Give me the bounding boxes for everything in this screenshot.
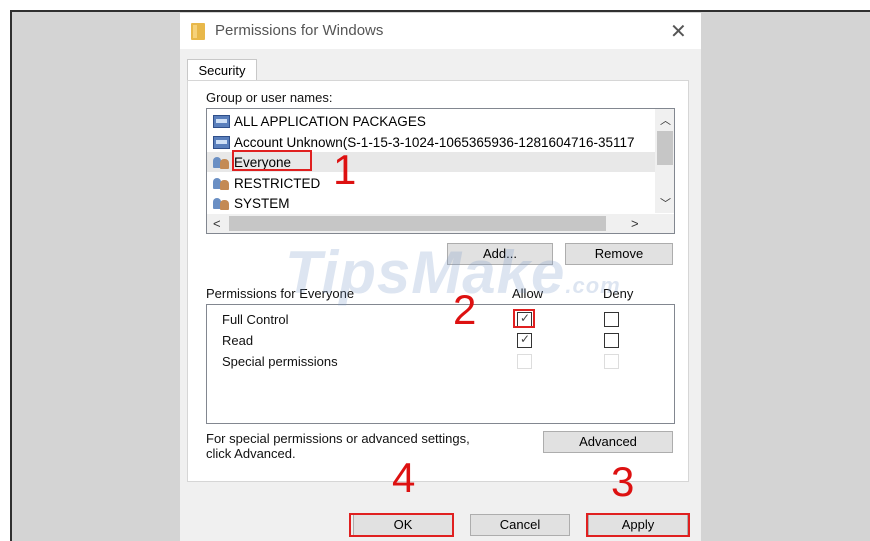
highlight-apply (586, 513, 690, 537)
scroll-right-icon[interactable]: > (631, 216, 639, 231)
group-label: Group or user names: (206, 90, 333, 105)
user-name: Account Unknown(S-1-15-3-1024-1065365936… (234, 134, 635, 150)
user-group-icon (213, 156, 230, 169)
horizontal-scrollbar[interactable]: < > (207, 214, 674, 233)
list-item[interactable]: ALL APPLICATION PACKAGES (213, 111, 426, 131)
highlight-everyone (232, 150, 312, 171)
outer-frame-top (0, 0, 870, 10)
advanced-info-line2: click Advanced. (206, 446, 296, 461)
scroll-left-icon[interactable]: < (213, 216, 221, 231)
permission-name: Full Control (222, 312, 289, 327)
list-item[interactable]: SYSTEM (213, 193, 290, 213)
title-bar[interactable]: Permissions for Windows ✕ (180, 13, 701, 49)
close-icon[interactable]: ✕ (670, 19, 687, 44)
window-title: Permissions for Windows (215, 22, 384, 39)
user-name: ALL APPLICATION PACKAGES (234, 113, 426, 129)
frame-border-left (10, 10, 12, 541)
tab-security[interactable]: Security (187, 59, 257, 81)
folder-icon (191, 23, 205, 40)
special-deny-checkbox (604, 354, 619, 369)
scroll-down-icon[interactable]: ﹀ (660, 195, 671, 211)
user-group-icon (213, 177, 230, 190)
frame-border-top (10, 10, 870, 12)
check-icon: ✓ (520, 332, 531, 346)
user-listbox[interactable]: ALL APPLICATION PACKAGES Account Unknown… (206, 108, 675, 234)
advanced-button[interactable]: Advanced (543, 431, 673, 453)
read-deny-checkbox[interactable] (604, 333, 619, 348)
user-name: SYSTEM (234, 195, 290, 211)
read-allow-checkbox[interactable]: ✓ (517, 332, 532, 348)
permission-name: Read (222, 333, 254, 348)
list-item[interactable]: Account Unknown(S-1-15-3-1024-1065365936… (213, 132, 635, 152)
annotation-number: 2 (453, 286, 477, 333)
highlight-full-control (513, 309, 535, 328)
user-group-icon (213, 197, 230, 210)
annotation-number: 3 (611, 458, 635, 505)
user-name: RESTRICTED (234, 175, 321, 191)
highlight-ok (349, 513, 454, 537)
package-icon (213, 114, 230, 128)
special-allow-checkbox (517, 354, 532, 369)
vertical-scroll-thumb[interactable] (657, 131, 673, 165)
horizontal-scroll-thumb[interactable] (229, 216, 606, 231)
scroll-up-icon[interactable]: ︿ (660, 112, 671, 128)
list-item[interactable]: RESTRICTED (213, 173, 320, 193)
permission-name: Special permissions (222, 354, 338, 369)
vertical-scrollbar[interactable]: ︿ ﹀ (655, 109, 674, 213)
permissions-list: Full Control Read Special permissions ✓ … (206, 304, 675, 424)
advanced-info-line1: For special permissions or advanced sett… (206, 431, 470, 446)
annotation-number: 4 (392, 454, 416, 501)
full-control-deny-checkbox[interactable] (604, 312, 619, 327)
cancel-button[interactable]: Cancel (470, 514, 570, 536)
user-group-icon (213, 135, 230, 149)
annotation-number: 1 (333, 146, 357, 193)
